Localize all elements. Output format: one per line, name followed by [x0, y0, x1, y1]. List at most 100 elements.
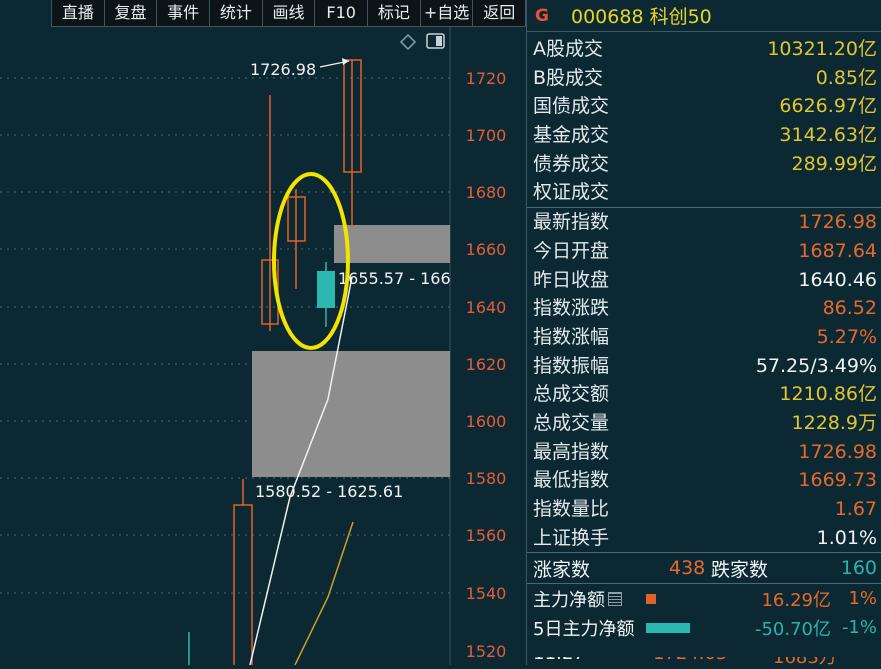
y-tick-label: 1680: [466, 183, 507, 202]
y-tick-label: 1640: [466, 298, 507, 317]
stat-row: 总成交额 1210.86亿: [527, 380, 881, 409]
y-tick-label: 1520: [466, 642, 507, 661]
diamond-icon[interactable]: [399, 33, 417, 51]
turnover-value: 10321.20亿: [767, 38, 877, 60]
main-flow-pct: 1%: [848, 588, 877, 610]
candle-down: [317, 271, 335, 308]
mark-button[interactable]: 标记: [368, 0, 421, 27]
kline-chart-svg: 1720 1700 1680 1660 1640 1620 1600 1580 …: [0, 27, 507, 669]
turnover-label: 基金成交: [533, 124, 610, 147]
stat-label: 总成交量: [533, 411, 610, 434]
stat-row: 昨日收盘 1640.46: [527, 266, 881, 295]
stat-value: 1669.73: [798, 469, 877, 492]
g-icon[interactable]: G: [535, 6, 553, 26]
stat-row: 最新指数 1726.98: [527, 208, 881, 237]
advances-label: 涨家数: [533, 558, 591, 581]
stat-value: 1726.98: [798, 211, 877, 234]
high-price-label: 1726.98: [250, 60, 316, 79]
stat-value: 57.25/3.49%: [755, 354, 877, 377]
stat-value: 1210.86亿: [779, 383, 877, 406]
stat-value: 1228.9万: [791, 411, 877, 434]
turnover-value: 6626.97亿: [779, 95, 877, 118]
flow5-pct: -1%: [841, 617, 877, 639]
stat-value: 1640.46: [798, 268, 877, 291]
live-button[interactable]: 直播: [52, 0, 105, 27]
stat-row: 指数振幅 57.25/3.49%: [527, 352, 881, 381]
y-tick-label: 1600: [466, 412, 507, 431]
stat-row: 总成交量 1228.9万: [527, 409, 881, 438]
index-info-panel: G 000688 科创50 A股成交 10321.20亿 B股成交 0.85亿 …: [526, 0, 881, 665]
stat-value: 1726.98: [798, 440, 877, 463]
statistics-button[interactable]: 统计: [210, 0, 263, 27]
stat-value: 1687.64: [798, 239, 877, 262]
chart-toolbar: 直播 复盘 事件 统计 画线 F10 标记 +自选 返回: [0, 0, 527, 27]
stat-label: 指数振幅: [533, 354, 610, 377]
stat-row: 指数量比 1.67: [527, 495, 881, 524]
turnover-label: 权证成交: [533, 181, 610, 204]
panel-title-bar: G 000688 科创50: [527, 0, 881, 32]
turnover-row: 国债成交 6626.97亿: [527, 92, 881, 121]
gap-zone-upper: [334, 225, 450, 263]
advances-value: 438: [669, 557, 706, 580]
replay-button[interactable]: 复盘: [104, 0, 158, 27]
turnover-label: 国债成交: [533, 95, 610, 118]
flow5-bar: [646, 622, 691, 633]
turnover-row: 权证成交: [527, 178, 881, 207]
stat-label: 上证换手: [533, 526, 610, 549]
back-button[interactable]: 返回: [473, 0, 527, 27]
tick-time: 11:27: [533, 657, 653, 665]
stat-label: 指数涨幅: [533, 325, 610, 348]
main-flow-bar: [646, 593, 656, 604]
stat-label: 总成交额: [533, 383, 610, 406]
y-tick-label: 1660: [466, 240, 507, 259]
turnover-value: 289.99亿: [791, 152, 877, 175]
list-icon[interactable]: [608, 591, 622, 606]
grid-lines: [0, 77, 450, 594]
stat-value: 5.27%: [816, 325, 877, 348]
tick-price: 1724.05: [653, 657, 773, 665]
stat-label: 昨日收盘: [533, 268, 610, 291]
gap-upper-label: 1655.57 - 166: [338, 269, 451, 288]
candle-up: [233, 504, 253, 669]
stat-label: 指数涨跌: [533, 297, 610, 320]
declines-label: 跌家数: [711, 558, 769, 581]
y-tick-label: 1540: [466, 584, 507, 603]
stats-section: 最新指数 1726.98 今日开盘 1687.64 昨日收盘 1640.46 指…: [527, 208, 881, 552]
turnover-section: A股成交 10321.20亿 B股成交 0.85亿 国债成交 6626.97亿 …: [527, 32, 881, 207]
kline-chart[interactable]: 1720 1700 1680 1660 1640 1620 1600 1580 …: [0, 27, 526, 669]
panel-toggle-icon[interactable]: [426, 33, 445, 49]
stat-value: 1.01%: [816, 526, 877, 549]
turnover-label: B股成交: [533, 66, 604, 89]
main-flow-label: 主力净额: [533, 589, 605, 611]
y-tick-label: 1720: [466, 69, 507, 88]
turnover-label: A股成交: [533, 38, 603, 60]
stat-label: 最新指数: [533, 211, 610, 234]
y-tick-label: 1560: [466, 526, 507, 545]
turnover-label: 债券成交: [533, 152, 610, 175]
turnover-row: A股成交 10321.20亿: [527, 35, 881, 64]
turnover-value: 0.85亿: [815, 66, 877, 89]
stat-value: 86.52: [822, 297, 877, 320]
flow5-value: -50.70亿: [754, 618, 831, 640]
gap-zone-lower: [252, 351, 450, 477]
turnover-row: 债券成交 289.99亿: [527, 150, 881, 179]
draw-line-button[interactable]: 画线: [262, 0, 316, 27]
add-watchlist-button[interactable]: +自选: [420, 0, 474, 27]
main-flow-value: 16.29亿: [761, 589, 831, 611]
stat-label: 指数量比: [533, 498, 610, 520]
turnover-row: 基金成交 3142.63亿: [527, 121, 881, 150]
stat-row: 上证换手 1.01%: [527, 524, 881, 553]
y-tick-label: 1620: [466, 355, 507, 374]
f10-button[interactable]: F10: [315, 0, 369, 27]
stat-value: 1.67: [834, 498, 877, 520]
toolbar-spacer: [0, 0, 52, 27]
stat-row: 今日开盘 1687.64: [527, 237, 881, 266]
stat-label: 最低指数: [533, 469, 610, 492]
stat-row: 最低指数 1669.73: [527, 466, 881, 495]
turnover-row: B股成交 0.85亿: [527, 64, 881, 93]
stat-row: 最高指数 1726.98: [527, 438, 881, 467]
advance-decline-row: 涨家数 438 跌家数 160: [527, 553, 881, 583]
gap-lower-label: 1580.52 - 1625.61: [255, 482, 403, 501]
index-title: 000688 科创50: [571, 6, 712, 28]
events-button[interactable]: 事件: [157, 0, 211, 27]
